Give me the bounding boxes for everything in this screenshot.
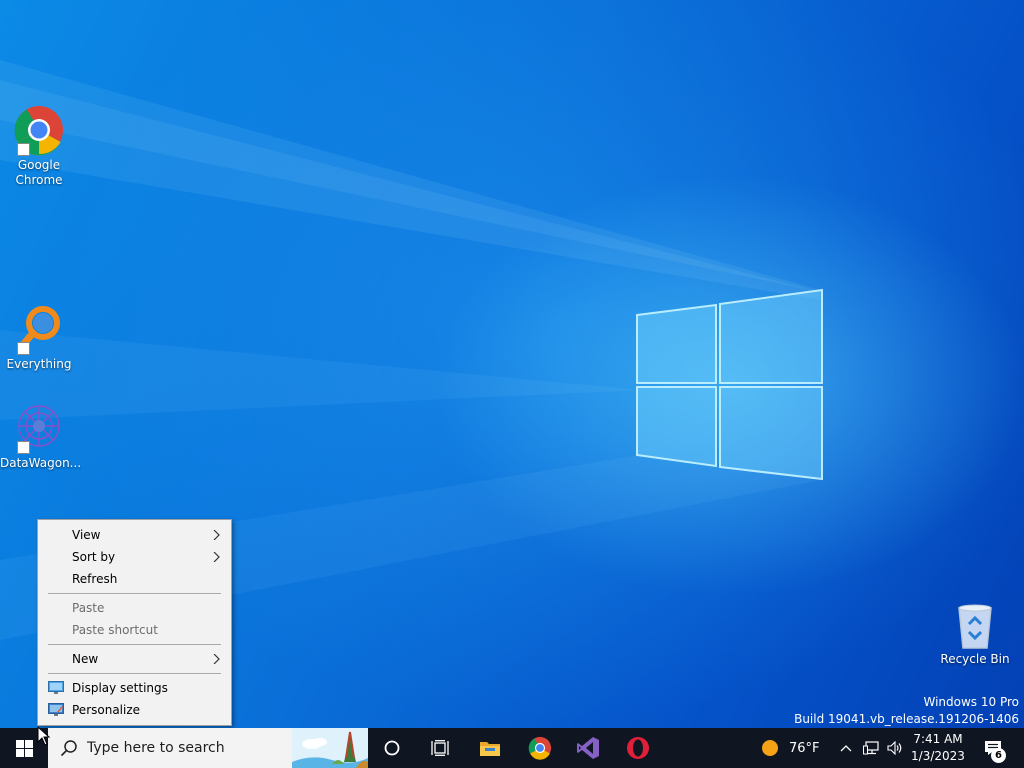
menu-item-new[interactable]: New xyxy=(38,648,231,670)
menu-item-label: Personalize xyxy=(72,703,141,717)
menu-item-label: New xyxy=(72,652,99,666)
windows-start-icon xyxy=(15,739,33,757)
network-button[interactable] xyxy=(860,728,882,768)
desktop-icon-label: Google xyxy=(17,158,61,172)
menu-item-refresh[interactable]: Refresh xyxy=(38,568,231,590)
desktop-icon-label: DataWagon... xyxy=(0,456,82,470)
display-icon xyxy=(48,681,64,694)
desktop[interactable]: Google Chrome Everything DataWagon... Re… xyxy=(0,0,1024,728)
cortana-icon xyxy=(384,740,400,756)
clock-date: 1/3/2023 xyxy=(911,749,965,763)
clock-time: 7:41 AM xyxy=(913,732,963,746)
shortcut-arrow-icon xyxy=(17,342,30,355)
task-view-icon xyxy=(431,740,449,756)
menu-item-label: Refresh xyxy=(72,572,118,586)
menu-item-label: Sort by xyxy=(72,550,116,564)
taskbar-opera[interactable] xyxy=(618,728,658,768)
menu-item-label: View xyxy=(72,528,101,542)
search-placeholder: Type here to search xyxy=(87,740,225,756)
menu-item-label: Paste xyxy=(72,601,105,615)
desktop-icon-label: Chrome xyxy=(15,173,63,187)
menu-item-sort-by[interactable]: Sort by xyxy=(38,546,231,568)
wallpaper-windows-logo xyxy=(636,288,823,481)
menu-item-personalize[interactable]: Personalize xyxy=(38,699,231,721)
watermark-build: Build 19041.vb_release.191206-1406 xyxy=(794,712,1019,726)
personalize-icon xyxy=(48,703,64,716)
weather-widget[interactable]: 76°F xyxy=(760,728,830,768)
menu-separator xyxy=(38,641,231,648)
taskbar-visual-studio[interactable] xyxy=(568,728,608,768)
chevron-right-icon xyxy=(213,530,220,540)
search-icon xyxy=(60,740,77,757)
taskbar-chrome[interactable] xyxy=(520,728,560,768)
chevron-up-icon xyxy=(840,745,852,752)
desktop-icon-google-chrome[interactable]: Google Chrome xyxy=(0,104,78,188)
visual-studio-icon xyxy=(577,737,599,759)
desktop-icon-label: Everything xyxy=(6,357,72,371)
desktop-icon-recycle-bin[interactable]: Recycle Bin xyxy=(936,602,1014,667)
action-center-button[interactable] xyxy=(978,728,1008,768)
menu-separator xyxy=(38,670,231,677)
volume-button[interactable] xyxy=(884,728,906,768)
menu-item-label: Paste shortcut xyxy=(72,623,158,637)
task-view-button[interactable] xyxy=(420,728,460,768)
recycle-bin-icon xyxy=(958,604,992,649)
chrome-icon xyxy=(528,736,552,760)
watermark-edition: Windows 10 Pro xyxy=(923,695,1019,709)
menu-item-paste-shortcut: Paste shortcut xyxy=(38,619,231,641)
menu-item-paste: Paste xyxy=(38,597,231,619)
weather-temperature: 76°F xyxy=(789,740,820,756)
taskbar-search-box[interactable]: Type here to search xyxy=(48,728,368,768)
desktop-context-menu: View Sort by Refresh Paste Paste shortcu… xyxy=(37,519,232,726)
desktop-icon-datawagon[interactable]: DataWagon... xyxy=(0,402,82,471)
shortcut-arrow-icon xyxy=(17,143,30,156)
cortana-button[interactable] xyxy=(372,728,412,768)
opera-icon xyxy=(627,737,649,759)
mouse-cursor-icon xyxy=(37,726,51,746)
menu-item-label: Display settings xyxy=(72,681,168,695)
taskbar-clock[interactable]: 7:41 AM 1/3/2023 xyxy=(908,731,968,765)
windows-watermark: Windows 10 Pro Build 19041.vb_release.19… xyxy=(794,694,1019,728)
sun-icon xyxy=(762,740,778,756)
menu-separator xyxy=(38,590,231,597)
show-hidden-icons-button[interactable] xyxy=(836,728,856,768)
shortcut-arrow-icon xyxy=(17,441,30,454)
desktop-icon-everything[interactable]: Everything xyxy=(0,303,78,372)
desktop-icon-label: Recycle Bin xyxy=(940,652,1010,666)
search-highlight-illustration-icon xyxy=(292,728,368,768)
notification-count-badge: 6 xyxy=(991,748,1006,763)
menu-item-view[interactable]: View xyxy=(38,524,231,546)
file-explorer-icon xyxy=(480,742,500,756)
network-icon xyxy=(863,741,879,755)
menu-item-display-settings[interactable]: Display settings xyxy=(38,677,231,699)
speaker-icon xyxy=(887,741,902,755)
taskbar: Type here to search 76°F 7:41 AM 1/3/202… xyxy=(0,728,1024,768)
chevron-right-icon xyxy=(213,552,220,562)
taskbar-file-explorer[interactable] xyxy=(470,728,510,768)
chevron-right-icon xyxy=(213,654,220,664)
